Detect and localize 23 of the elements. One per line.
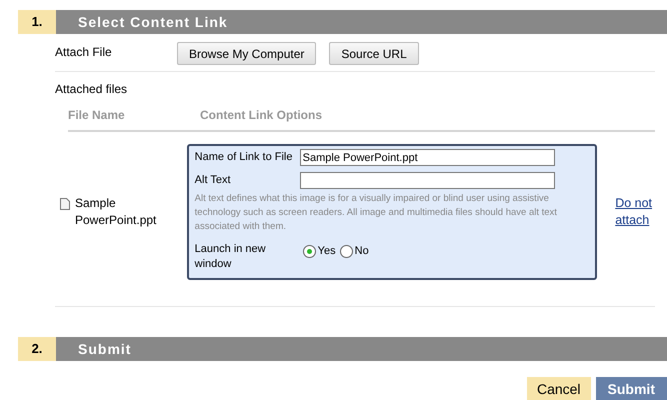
section-title: Select Content Link [56, 10, 667, 34]
column-header: File Name [68, 107, 126, 124]
field-label: Alt Text [194, 173, 232, 188]
step-number: 1. [18, 10, 56, 34]
file-name: Sample PowerPoint.ppt [75, 195, 158, 229]
attached-files-label: Attached files [55, 81, 128, 98]
step-number: 2. [18, 337, 56, 361]
column-header: Content Link Options [200, 107, 322, 124]
submit-button[interactable]: Submit [596, 377, 667, 400]
alt-text-field[interactable] [300, 172, 555, 189]
cancel-button[interactable]: Cancel [526, 377, 591, 400]
link-name-field[interactable]: Sample PowerPoint.ppt [300, 149, 555, 166]
radio-option[interactable]: No [340, 243, 369, 260]
radio-option[interactable]: Yes [302, 243, 336, 260]
launch-label: Launch in new window [194, 242, 267, 272]
field-label: Name of Link to File [194, 150, 294, 166]
document-icon [60, 198, 70, 210]
do-not-attach-link[interactable]: Do not attach [615, 195, 655, 229]
alt-text-help: Alt text defines what this image is for a visually impaired or blind user using assistive technology such as screen readers. All image and multimedia files should have alt text associated with them. [194, 192, 558, 234]
attach-file-label: Attach File [55, 44, 113, 61]
attach-button[interactable]: Browse My Computer [177, 42, 316, 65]
attach-button[interactable]: Source URL [329, 42, 419, 65]
section-title: Submit [56, 337, 667, 361]
